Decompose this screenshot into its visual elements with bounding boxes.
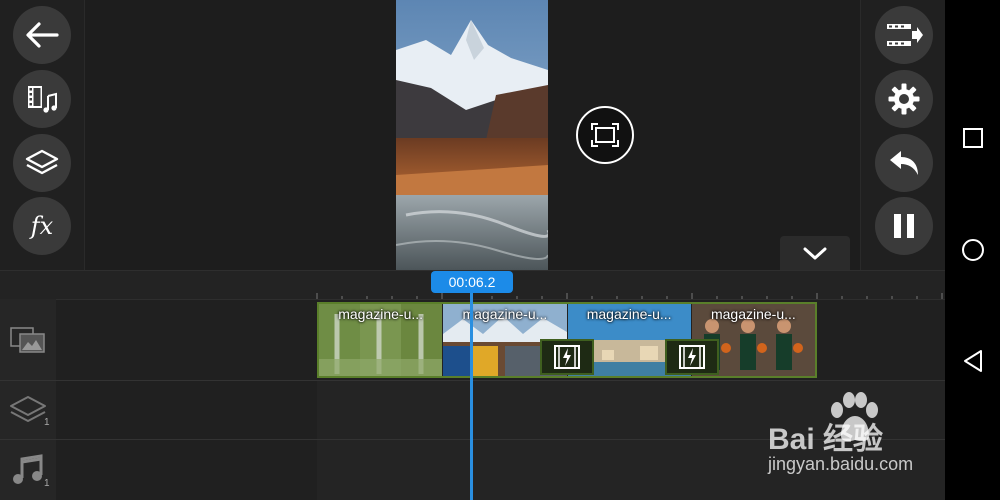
layer-track-header[interactable]: 1	[0, 381, 56, 439]
gear-icon	[888, 83, 920, 115]
clip-label: magazine-u...	[338, 306, 424, 322]
transition-icon	[554, 345, 580, 369]
media-audio-button[interactable]	[13, 70, 71, 128]
clip-label: magazine-u...	[586, 306, 672, 322]
right-toolbar	[860, 0, 946, 270]
watermark-url: jingyan.baidu.com	[768, 454, 914, 474]
clip-label: magazine-u...	[710, 306, 796, 322]
chevron-down-icon	[803, 247, 827, 260]
watermark-title: Bai 经验	[768, 423, 884, 456]
mountain-landscape-image	[396, 0, 548, 270]
pause-button[interactable]	[875, 197, 933, 255]
home-button[interactable]	[945, 238, 1000, 262]
back-button[interactable]	[13, 6, 71, 64]
layer-track-icon	[10, 396, 46, 422]
pause-icon	[894, 214, 914, 238]
playhead[interactable]	[470, 292, 473, 500]
export-button[interactable]	[875, 6, 933, 64]
square-icon	[962, 128, 983, 148]
transition-icon	[679, 345, 705, 369]
system-navigation-bar	[945, 0, 1000, 500]
layers-button[interactable]	[13, 134, 71, 192]
video-editor: fx 1 1 magazine-u... magazine-u... magaz…	[0, 0, 946, 500]
film-export-icon	[887, 24, 923, 46]
fullscreen-button[interactable]	[576, 106, 634, 164]
layer-track-count: 1	[44, 417, 50, 428]
playhead-time-label[interactable]: 00:06.2	[431, 271, 513, 293]
clip-label: magazine-u...	[462, 306, 548, 322]
collapse-preview-button[interactable]	[780, 236, 850, 270]
transition-button[interactable]	[540, 339, 594, 375]
audio-track-header[interactable]: 1	[0, 440, 56, 500]
arrow-left-icon	[26, 22, 59, 48]
recent-apps-button[interactable]	[945, 127, 1000, 149]
video-track-icon	[10, 326, 45, 353]
left-toolbar: fx	[0, 0, 85, 270]
system-back-button[interactable]	[945, 349, 1000, 373]
film-music-icon	[28, 86, 57, 113]
layers-icon	[25, 149, 59, 175]
clip-1[interactable]: magazine-u...	[319, 304, 444, 376]
triangle-back-icon	[963, 350, 982, 372]
audio-track-icon	[13, 454, 43, 484]
video-preview[interactable]	[396, 0, 548, 270]
fx-button[interactable]: fx	[13, 197, 71, 255]
audio-track-count: 1	[44, 478, 50, 489]
undo-button[interactable]	[875, 134, 933, 192]
undo-icon	[890, 151, 918, 175]
circle-icon	[961, 239, 984, 261]
preview-area: fx	[0, 0, 946, 270]
transition-button[interactable]	[665, 339, 719, 375]
settings-button[interactable]	[875, 70, 933, 128]
fullscreen-icon	[591, 123, 619, 147]
fx-icon: fx	[30, 212, 54, 240]
video-track-header[interactable]	[0, 299, 56, 380]
